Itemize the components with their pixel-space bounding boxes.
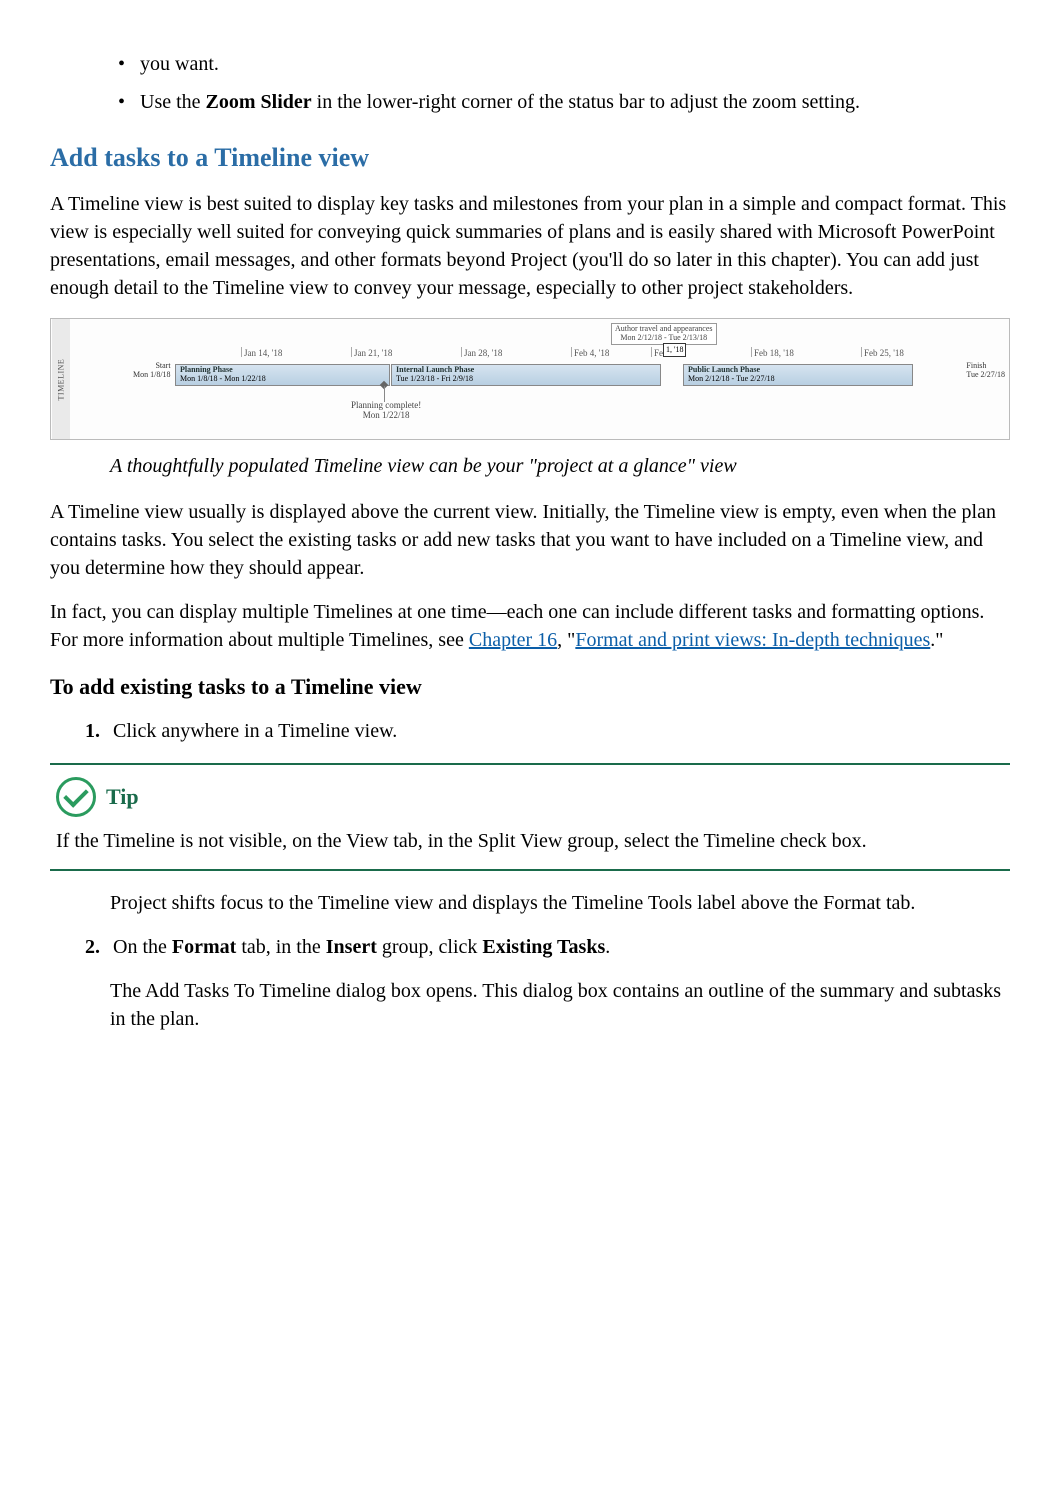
bullet-item: you want. [110, 50, 1010, 78]
timeline-start: Start Mon 1/8/18 [133, 362, 171, 380]
bar-dates: Mon 2/12/18 - Tue 2/27/18 [688, 375, 908, 384]
step-bold: Format [172, 936, 236, 958]
bullet-text: Use the [140, 91, 206, 113]
figure-caption: A thoughtfully populated Timeline view c… [110, 452, 1010, 480]
step-number: 1. [85, 717, 100, 745]
tick-label: Feb 25, '18 [861, 347, 904, 357]
bar-dates: Tue 1/23/18 - Fri 2/9/18 [396, 375, 656, 384]
start-date: Mon 1/8/18 [133, 371, 171, 380]
bullet-text: in the lower-right corner of the status … [312, 91, 860, 113]
tick-label: Feb 18, '18 [751, 347, 794, 357]
timeline-tab-label: TIMELINE [55, 359, 66, 401]
timeline-tab: TIMELINE [52, 319, 70, 439]
step-list: 1. Click anywhere in a Timeline view. [50, 717, 1010, 745]
para-text: ." [930, 629, 943, 651]
step-text: tab, in the [236, 936, 325, 958]
step-item: 2. On the Format tab, in the Insert grou… [85, 933, 1010, 961]
callout-dates: Mon 2/12/18 - Tue 2/13/18 [615, 334, 713, 343]
timeline-ticks: Jan 14, '18 Jan 21, '18 Jan 28, '18 Feb … [71, 347, 1009, 361]
milestone-callout: Planning complete! Mon 1/22/18 [351, 401, 421, 421]
step-bold: Insert [326, 936, 377, 958]
today-marker: 1, '18 [663, 343, 686, 356]
body-paragraph: A Timeline view usually is displayed abo… [50, 498, 1010, 582]
tip-box: Tip If the Timeline is not visible, on t… [50, 763, 1010, 871]
bullet-text: you want. [140, 53, 219, 75]
step-list: 2. On the Format tab, in the Insert grou… [50, 933, 1010, 961]
tip-body: If the Timeline is not visible, on the V… [56, 827, 1004, 855]
step-result: Project shifts focus to the Timeline vie… [110, 889, 1010, 917]
step-text: On the [113, 936, 172, 958]
body-paragraph: In fact, you can display multiple Timeli… [50, 598, 1010, 654]
body-paragraph: A Timeline view is best suited to displa… [50, 190, 1010, 302]
timeline-bar: Public Launch Phase Mon 2/12/18 - Tue 2/… [683, 364, 913, 386]
step-text: . [605, 936, 610, 958]
topic-link[interactable]: Format and print views: In-depth techniq… [575, 629, 930, 651]
step-item: 1. Click anywhere in a Timeline view. [85, 717, 1010, 745]
step-bold: Existing Tasks [482, 936, 605, 958]
step-result: The Add Tasks To Timeline dialog box ope… [110, 977, 1010, 1033]
tip-header: Tip [56, 777, 1004, 817]
procedure-heading: To add existing tasks to a Timeline view [50, 672, 1010, 703]
tick-label: Feb 4, '18 [571, 347, 609, 357]
tick-label: Jan 28, '18 [461, 347, 502, 357]
section-heading: Add tasks to a Timeline view [50, 140, 1010, 176]
bullet-bold: Zoom Slider [206, 91, 312, 113]
timeline-finish: Finish Tue 2/27/18 [966, 362, 1005, 380]
intro-bullet-list: you want. Use the Zoom Slider in the low… [50, 50, 1010, 116]
bullet-item: Use the Zoom Slider in the lower-right c… [110, 88, 1010, 116]
timeline-bar: Internal Launch Phase Tue 1/23/18 - Fri … [391, 364, 661, 386]
tip-label: Tip [106, 782, 139, 813]
para-text: , " [557, 629, 575, 651]
checkmark-icon [56, 777, 96, 817]
step-text: group, click [377, 936, 483, 958]
chapter-link[interactable]: Chapter 16 [469, 629, 557, 651]
step-number: 2. [85, 933, 100, 961]
finish-date: Tue 2/27/18 [966, 371, 1005, 380]
step-text: Click anywhere in a Timeline view. [113, 720, 397, 742]
milestone-date: Mon 1/22/18 [351, 411, 421, 421]
tick-label: Jan 14, '18 [241, 347, 282, 357]
timeline-callout-top: Author travel and appearances Mon 2/12/1… [611, 323, 717, 345]
bar-dates: Mon 1/8/18 - Mon 1/22/18 [180, 375, 385, 384]
timeline-bar: Planning Phase Mon 1/8/18 - Mon 1/22/18 [175, 364, 390, 386]
tick-label: Jan 21, '18 [351, 347, 392, 357]
timeline-screenshot: TIMELINE Author travel and appearances M… [50, 318, 1010, 440]
